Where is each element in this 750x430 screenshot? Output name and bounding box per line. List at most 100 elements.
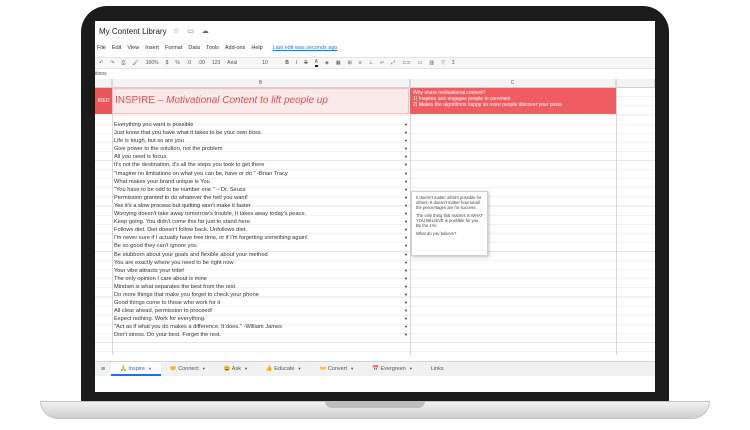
dropdown-arrow-icon: ▼ — [404, 170, 408, 176]
dropdown-arrow-icon: ▼ — [404, 300, 408, 306]
redo-icon[interactable]: ↷ — [110, 60, 114, 66]
quote-row[interactable]: Your vibe attracts your tribe! ▼ — [114, 267, 410, 275]
quote-row[interactable]: All clear ahead, permission to proceed! ▼ — [114, 307, 410, 315]
quote-row[interactable]: Follows diet. Diet doesn't follow back. … — [114, 226, 410, 234]
functions-button[interactable]: Σ — [452, 60, 455, 66]
quote-row[interactable]: Everything you want is possible ▼ — [114, 121, 410, 129]
font-select[interactable]: Arial — [227, 60, 255, 66]
document-title[interactable]: My Content Library — [99, 27, 167, 36]
quote-row[interactable]: What makes your brand unique is You ▼ — [114, 178, 410, 186]
quote-row[interactable]: I'm never sure if I actually have free t… — [114, 234, 410, 242]
laptop-notch — [325, 401, 425, 408]
increase-decimal-button[interactable]: .00 — [198, 60, 205, 66]
star-move-cloud-icons[interactable]: ☆ ▭ ☁ — [173, 27, 212, 35]
currency-button[interactable]: $ — [166, 60, 169, 66]
merge-cells-icon[interactable]: ⊞ — [348, 60, 352, 66]
quote-row[interactable]: Life is tough, but so are you ▼ — [114, 137, 410, 145]
quote-row[interactable]: The only opinion I care about is mine ▼ — [114, 275, 410, 283]
dropdown-arrow-icon: ▼ — [404, 227, 408, 233]
link-icon[interactable]: ⊂⊃ — [402, 60, 410, 66]
fill-color-icon[interactable]: ◈ — [325, 60, 329, 66]
quote-row[interactable]: Good things come to those who work for i… — [114, 299, 410, 307]
menu-help[interactable]: Help — [251, 45, 262, 55]
page-title[interactable]: INSPIRE – Motivational Content to lift p… — [112, 88, 409, 114]
menu-format[interactable]: Format — [165, 45, 182, 55]
toolbar: ↶ ↷ ⎙ 🖌 100% $ % .0 .00 123 Arial 10 B I… — [95, 57, 655, 69]
quote-row[interactable]: Give power to the solution, not the prob… — [114, 145, 410, 153]
column-header-c[interactable]: C — [410, 79, 616, 88]
quote-row[interactable]: Permission granted to do whatever the he… — [114, 194, 410, 202]
menu-tools[interactable]: Tools — [206, 45, 219, 55]
quote-row[interactable]: Be so good they can't ignore you ▼ — [114, 242, 410, 250]
strikethrough-button[interactable]: S — [304, 60, 307, 66]
valign-icon[interactable]: ⊥ — [369, 60, 373, 66]
print-icon[interactable]: ⎙ — [121, 60, 125, 66]
quote-row[interactable]: Just know that you have what it takes to… — [114, 129, 410, 137]
menu-insert[interactable]: Insert — [145, 45, 159, 55]
tab-connect[interactable]: 🤝 Connect ▼ — [161, 362, 215, 376]
column-header-b[interactable]: B — [112, 79, 410, 88]
why-share-cell[interactable]: Why share motivational content? 1) Inspi… — [410, 88, 616, 114]
dropdown-arrow-icon: ▼ — [404, 186, 408, 192]
quote-row[interactable]: It's not the destination, it's all the s… — [114, 161, 410, 169]
percent-button[interactable]: % — [175, 60, 179, 66]
quote-row[interactable]: Don't stress. Do your best. Forget the r… — [114, 331, 410, 339]
wrap-icon[interactable]: ↵ — [380, 60, 384, 66]
comment-icon[interactable]: ▭ — [418, 60, 423, 66]
all-sheets-menu-icon[interactable]: ≡ — [95, 366, 111, 373]
quote-row[interactable]: Expect nothing. Work for everything. ▼ — [114, 315, 410, 323]
undo-icon[interactable]: ↶ — [99, 60, 103, 66]
menu-addons[interactable]: Add-ons — [225, 45, 246, 55]
quote-row[interactable]: Mindset is what separates the best from … — [114, 283, 410, 291]
decrease-decimal-button[interactable]: .0 — [187, 60, 191, 66]
font-size-select[interactable]: 10 — [262, 60, 278, 66]
title-prefix: INSPIRE — [115, 95, 156, 106]
menu-edit[interactable]: Edit — [112, 45, 121, 55]
chart-icon[interactable]: ▥ — [429, 60, 434, 66]
quote-row[interactable]: Yes it's a slow process but quitting won… — [114, 202, 410, 210]
number-format-select[interactable]: 123 — [212, 60, 220, 66]
bold-button[interactable]: B — [285, 60, 289, 66]
quote-row[interactable]: "You have to be odd to be number one." –… — [114, 186, 410, 194]
formula-bar-content: itions — [95, 71, 107, 77]
dropdown-arrow-icon: ▼ — [404, 211, 408, 217]
rotate-icon[interactable]: ⤢ — [391, 60, 395, 66]
category-cell[interactable]: IRED — [95, 88, 112, 114]
dropdown-arrow-icon: ▼ — [404, 235, 408, 241]
column-header-a[interactable] — [95, 79, 112, 88]
quote-row[interactable]: "Act as if what you do makes a differenc… — [114, 323, 410, 331]
sheet-tab-bar: ≡ 🙏 Inspire ▼ 🤝 Connect ▼ 😀 Ask ▼ 👍 Educate… — [95, 361, 655, 376]
dropdown-arrow-icon: ▼ — [404, 283, 408, 289]
borders-icon[interactable]: ▦ — [336, 60, 341, 66]
zoom-select[interactable]: 100% — [146, 60, 159, 66]
note-paragraph: The only thing that matters is WHAT YOU … — [416, 213, 483, 228]
menu-data[interactable]: Data — [188, 45, 200, 55]
dropdown-arrow-icon: ▼ — [404, 219, 408, 225]
menu-view[interactable]: View — [127, 45, 139, 55]
tab-evergreen[interactable]: 📅 Evergreen ▼ — [363, 362, 422, 376]
quote-row[interactable]: Worrying doesn't take away tomorrow's tr… — [114, 210, 410, 218]
menu-file[interactable]: File — [97, 45, 106, 55]
quote-row[interactable]: All you need is focus ▼ — [114, 153, 410, 161]
quote-row[interactable]: Do more things that make you forget to c… — [114, 291, 410, 299]
tab-inspire[interactable]: 🙏 Inspire ▼ — [111, 362, 161, 376]
italic-button[interactable]: I — [296, 60, 297, 66]
quote-row[interactable]: Keep going. You didn't come this far jus… — [114, 218, 410, 226]
align-icon[interactable]: ≡ — [359, 60, 362, 66]
paint-format-icon[interactable]: 🖌 — [132, 60, 138, 66]
dropdown-arrow-icon: ▼ — [404, 316, 408, 322]
quote-row[interactable]: Be stubborn about your goals and flexibl… — [114, 251, 410, 259]
last-edit-link[interactable]: Last edit was seconds ago — [273, 45, 338, 55]
quote-row[interactable]: You are exactly where you need to be rig… — [114, 259, 410, 267]
cell-note[interactable]: It doesn't matter what's possible for ot… — [411, 191, 488, 256]
tab-convert[interactable]: 👐 Convert ▼ — [310, 362, 363, 376]
tab-links[interactable]: Links — [422, 362, 453, 376]
column-header-d[interactable] — [616, 79, 655, 88]
tab-educate[interactable]: 👍 Educate ▼ — [257, 362, 311, 376]
text-color-button[interactable]: A — [314, 59, 318, 67]
tab-ask[interactable]: 😀 Ask ▼ — [215, 362, 257, 376]
filter-icon[interactable]: ▽ — [441, 60, 445, 66]
title-rest: – Motivational Content to lift people up — [155, 95, 328, 106]
dropdown-arrow-icon: ▼ — [404, 178, 408, 184]
quote-row[interactable]: "Imagine no limitations on what you can … — [114, 170, 410, 178]
